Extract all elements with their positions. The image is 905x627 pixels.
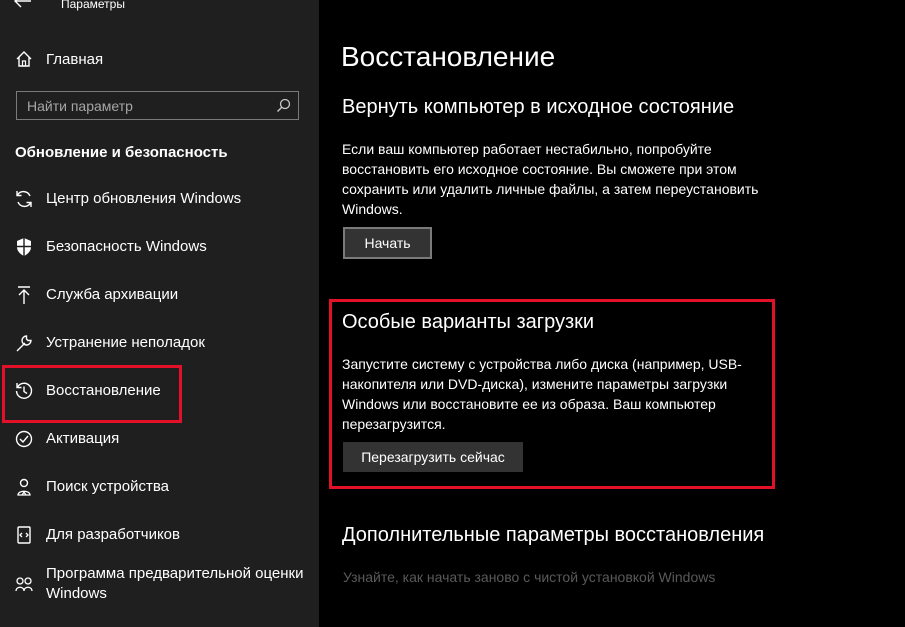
back-arrow-icon[interactable] — [14, 0, 32, 8]
search-input[interactable] — [17, 92, 277, 119]
page-title: Восстановление — [341, 41, 556, 72]
sidebar-item-label: Служба архивации — [46, 286, 179, 303]
sidebar: Параметры Главная Обновление и безопасно… — [0, 0, 319, 627]
sidebar-item-windows-update[interactable]: Центр обновления Windows — [0, 186, 319, 226]
shield-icon — [17, 238, 31, 256]
reset-description: Если ваш компьютер работает нестабильно,… — [342, 141, 759, 217]
search-icon[interactable] — [276, 98, 291, 113]
search-box[interactable] — [16, 91, 299, 120]
home-label: Главная — [46, 51, 104, 68]
main-content: Восстановление Вернуть компьютер в исход… — [319, 0, 905, 627]
sidebar-item-backup[interactable]: Служба архивации — [0, 282, 319, 322]
start-button[interactable]: Начать — [343, 227, 432, 259]
app-title: Параметры — [61, 0, 125, 11]
home-icon — [16, 51, 32, 67]
sidebar-item-label: Программа предварительной оценки Windows — [46, 565, 304, 602]
developer-icon — [17, 526, 31, 544]
sidebar-item-find-device[interactable]: Поиск устройства — [0, 474, 319, 514]
highlight-box-recovery — [2, 365, 182, 423]
backup-arrow-icon — [18, 286, 30, 304]
wrench-icon — [16, 335, 32, 352]
reset-heading: Вернуть компьютер в исходное состояние — [342, 96, 735, 118]
sidebar-item-label: Поиск устройства — [46, 478, 170, 495]
sidebar-item-label: Центр обновления Windows — [46, 190, 242, 207]
more-options-heading: Дополнительные параметры восстановления — [342, 524, 765, 546]
clean-install-link[interactable]: Узнайте, как начать заново с чистой уста… — [343, 569, 715, 585]
section-header: Обновление и безопасность — [15, 144, 228, 161]
sidebar-item-home[interactable]: Главная — [0, 44, 319, 74]
person-location-icon — [17, 478, 31, 496]
check-circle-icon — [15, 430, 33, 448]
sidebar-item-label: Активация — [46, 430, 120, 447]
highlight-box-advanced-startup — [329, 299, 775, 489]
sidebar-item-label: Устранение неполадок — [46, 334, 205, 351]
sidebar-item-windows-security[interactable]: Безопасность Windows — [0, 234, 319, 274]
sidebar-item-developers[interactable]: Для разработчиков — [0, 522, 319, 562]
sidebar-item-label: Для разработчиков — [46, 526, 180, 543]
sidebar-item-insider[interactable]: Программа предварительной оценки Windows — [0, 562, 319, 610]
sync-icon — [16, 190, 32, 208]
insider-icon — [15, 577, 33, 592]
sidebar-item-activation[interactable]: Активация — [0, 426, 319, 466]
sidebar-item-label: Безопасность Windows — [46, 238, 207, 255]
sidebar-item-troubleshoot[interactable]: Устранение неполадок — [0, 330, 319, 370]
